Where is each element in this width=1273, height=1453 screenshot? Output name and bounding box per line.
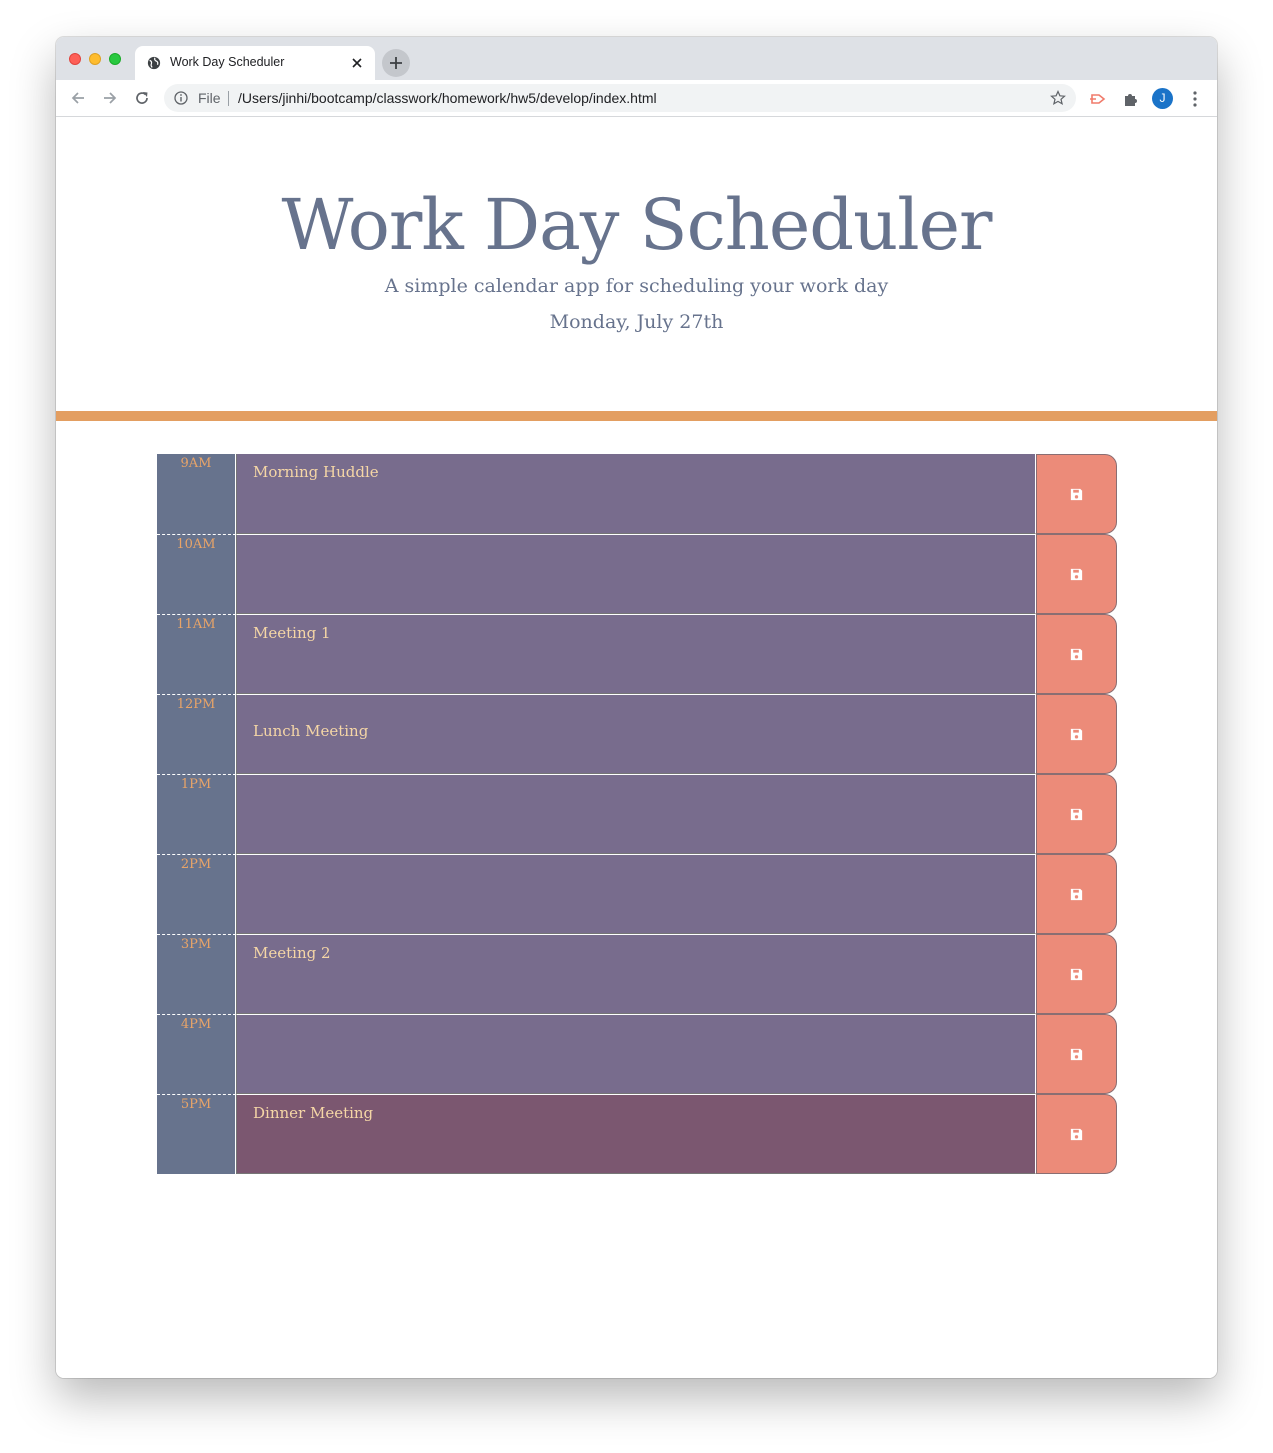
save-button[interactable] [1036,614,1117,694]
hour-label: 3PM [157,934,236,1014]
reload-icon[interactable] [133,89,151,107]
current-day: Monday, July 27th [549,311,724,333]
event-description-input[interactable]: Morning Huddle [236,454,1036,534]
more-vert-icon[interactable] [1188,90,1202,108]
hour-label: 2PM [157,854,236,934]
hour-label: 9AM [157,454,236,534]
browser-toolbar: File /Users/jinhi/bootcamp/classwork/hom… [56,80,1217,117]
floppy-disk-icon [1070,808,1083,820]
address-bar[interactable]: File /Users/jinhi/bootcamp/classwork/hom… [164,84,1076,112]
globe-icon [147,56,161,70]
url-text[interactable]: /Users/jinhi/bootcamp/classwork/homework… [238,90,657,106]
floppy-disk-icon [1070,648,1083,660]
save-button[interactable] [1036,1014,1117,1094]
browser-titlebar: Work Day Scheduler [56,37,1217,80]
event-description-input[interactable]: Meeting 2 [236,934,1036,1014]
save-button[interactable] [1036,694,1117,774]
page-content: Work Day Scheduler A simple calendar app… [56,117,1217,1378]
extension-arrow-icon[interactable] [1089,90,1107,108]
plus-icon [390,57,402,69]
event-description-input[interactable] [236,774,1036,854]
new-tab-button[interactable] [382,49,410,77]
zoom-window-button[interactable] [109,53,121,65]
browser-window: Work Day Scheduler File /Users/jinhi/boo… [56,37,1217,1378]
time-block-row: 3PM Meeting 2 [157,934,1117,1014]
close-icon[interactable] [350,56,364,70]
hour-label: 10AM [157,534,236,614]
save-button[interactable] [1036,774,1117,854]
bookmark-star-icon[interactable] [1050,90,1066,106]
floppy-disk-icon [1070,968,1083,980]
minimize-window-button[interactable] [89,53,101,65]
time-block-row: 5PM Dinner Meeting [157,1094,1117,1174]
browser-tab[interactable]: Work Day Scheduler [135,46,375,80]
url-scheme-label: File [198,90,221,106]
header-divider [56,411,1217,421]
hour-label: 12PM [157,694,236,774]
event-description-input[interactable] [236,1014,1036,1094]
page-title: Work Day Scheduler [281,184,993,266]
save-button[interactable] [1036,454,1117,534]
floppy-disk-icon [1070,728,1083,740]
save-button[interactable] [1036,1094,1117,1174]
save-button[interactable] [1036,934,1117,1014]
schedule-container: 9AM Morning Huddle 10AM 11AM Meeting 1 12PM L… [157,454,1117,1174]
url-separator [228,91,229,106]
header-jumbotron: Work Day Scheduler A simple calendar app… [56,117,1217,411]
hour-label: 1PM [157,774,236,854]
hour-label: 4PM [157,1014,236,1094]
event-description-input[interactable]: Dinner Meeting [236,1094,1036,1174]
close-window-button[interactable] [69,53,81,65]
extensions-puzzle-icon[interactable] [1122,90,1140,108]
floppy-disk-icon [1070,1048,1083,1060]
event-description-input[interactable]: Meeting 1 [236,614,1036,694]
time-block-row: 4PM [157,1014,1117,1094]
event-description-input[interactable] [236,854,1036,934]
hour-label: 5PM [157,1094,236,1174]
time-block-row: 2PM [157,854,1117,934]
event-description-input[interactable]: Lunch Meeting [236,694,1036,774]
floppy-disk-icon [1070,888,1083,900]
time-block-row: 12PM Lunch Meeting [157,694,1117,774]
save-button[interactable] [1036,854,1117,934]
floppy-disk-icon [1070,1128,1083,1140]
hour-label: 11AM [157,614,236,694]
floppy-disk-icon [1070,568,1083,580]
save-button[interactable] [1036,534,1117,614]
event-description-input[interactable] [236,534,1036,614]
time-block-row: 10AM [157,534,1117,614]
time-block-row: 1PM [157,774,1117,854]
profile-avatar[interactable]: J [1152,88,1173,109]
floppy-disk-icon [1070,488,1083,500]
page-subtitle: A simple calendar app for scheduling you… [384,275,889,297]
back-arrow-icon[interactable] [69,89,87,107]
forward-arrow-icon[interactable] [101,89,119,107]
time-block-row: 11AM Meeting 1 [157,614,1117,694]
tab-title: Work Day Scheduler [170,55,285,69]
time-block-row: 9AM Morning Huddle [157,454,1117,534]
info-icon[interactable] [174,91,188,105]
